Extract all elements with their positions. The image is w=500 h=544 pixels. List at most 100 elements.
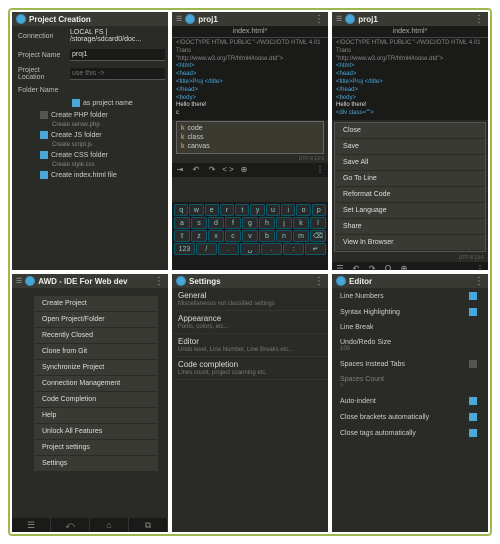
context-menu-item[interactable]: Save [335,139,485,155]
menu-item[interactable]: Code Completion [34,392,158,408]
redo-icon[interactable]: ↷ [205,164,219,176]
code-editor[interactable]: <!DOCTYPE HTML PUBLIC "-//W3C//DTD HTML … [332,38,488,120]
menu-item[interactable]: Synchronize Project [34,360,158,376]
overflow-icon[interactable]: ⋮ [154,276,164,287]
line-numbers-checkbox[interactable] [469,292,477,300]
file-tab[interactable]: index.html* [172,26,328,38]
menu-icon[interactable]: ☰ [336,15,342,23]
autocomplete-item[interactable]: kcanvas [179,142,321,151]
context-menu-item[interactable]: Go To Line [335,171,485,187]
close-brackets-checkbox[interactable] [469,413,477,421]
keyboard-key[interactable]: : [283,243,304,255]
connection-value[interactable]: LOCAL FS | /storage/sdcard0/doc... [70,29,162,43]
keyboard-key[interactable]: t [235,204,249,216]
more-icon[interactable]: ⋮ [313,164,327,176]
undo-icon[interactable]: ↶ [189,164,203,176]
code-editor[interactable]: <!DOCTYPE HTML PUBLIC "-//W3C//DTD HTML … [172,38,328,120]
file-tab[interactable]: index.html* [332,26,488,38]
menu-item[interactable]: Create Project [34,296,158,312]
more-icon[interactable]: ⋮ [473,263,487,270]
keyboard-key[interactable]: g [242,217,258,229]
create-css-checkbox[interactable] [40,151,48,159]
overflow-icon[interactable]: ⋮ [314,14,324,25]
keyboard-key[interactable]: / [196,243,217,255]
nav-home-icon[interactable]: ⌂ [90,518,129,532]
keyboard-key[interactable]: v [242,230,258,242]
keyboard-key[interactable]: ⌫ [310,230,326,242]
menu-item[interactable]: Recently Closed [34,328,158,344]
overflow-icon[interactable]: ⋮ [474,14,484,25]
keyboard-key[interactable]: b [259,230,275,242]
keyboard-key[interactable]: i [281,204,295,216]
keyboard-key[interactable]: k [293,217,309,229]
syntax-checkbox[interactable] [469,308,477,316]
keyboard-key[interactable]: q [174,204,188,216]
menu-icon[interactable]: ☰ [176,15,182,23]
keyboard-key[interactable]: z [191,230,207,242]
keyboard-key[interactable]: . [218,243,239,255]
menu-item[interactable]: Clone from Git [34,344,158,360]
keyboard-key[interactable]: ⇧ [174,230,190,242]
context-menu-item[interactable]: Share [335,219,485,235]
keyboard-key[interactable]: h [259,217,275,229]
keyboard-key[interactable]: p [312,204,326,216]
code-icon[interactable]: < > [221,164,235,176]
keyboard-key[interactable]: m [293,230,309,242]
line-break-label[interactable]: Line Break [340,324,373,331]
nav-menu-icon[interactable]: ☰ [12,518,51,532]
keyboard-key[interactable]: x [208,230,224,242]
keyboard-key[interactable]: ↵ [305,243,326,255]
keyboard-key[interactable]: j [276,217,292,229]
redo-icon[interactable]: ↷ [365,263,379,270]
menu-item[interactable]: Project settings [34,440,158,456]
keyboard-key[interactable]: w [189,204,203,216]
as-project-name-checkbox[interactable] [72,99,80,107]
settings-item[interactable]: GeneralMiscellaneous not classified sett… [172,288,328,311]
keyboard-key[interactable]: a [174,217,190,229]
settings-item[interactable]: Code completionLines count, project scan… [172,357,328,380]
keyboard-key[interactable]: u [266,204,280,216]
project-location-input[interactable] [70,68,165,80]
menu-item[interactable]: Settings [34,456,158,472]
settings-item[interactable]: AppearanceFonts, colors, etc... [172,311,328,334]
search-icon[interactable]: Q [381,263,395,270]
menu-item[interactable]: Help [34,408,158,424]
menu-item[interactable]: Unlock All Features [34,424,158,440]
keyboard-key[interactable]: c [225,230,241,242]
auto-indent-checkbox[interactable] [469,397,477,405]
keyboard-key[interactable]: o [296,204,310,216]
context-menu-item[interactable]: Close [335,123,485,139]
context-menu-item[interactable]: Save All [335,155,485,171]
menu-item[interactable]: Connection Management [34,376,158,392]
tab-icon[interactable]: ⇥ [173,164,187,176]
keyboard-key[interactable]: s [191,217,207,229]
overflow-icon[interactable]: ⋮ [314,276,324,287]
settings-item[interactable]: EditorUndo level, Line Number, Line Brea… [172,334,328,357]
keyboard-key[interactable]: l [310,217,326,229]
overflow-icon[interactable]: ⋮ [474,276,484,287]
menu-item[interactable]: Open Project/Folder [34,312,158,328]
context-menu-item[interactable]: Set Language [335,203,485,219]
add-icon[interactable]: ⊕ [237,164,251,176]
spaces-tabs-checkbox[interactable] [469,360,477,368]
keyboard-key[interactable]: d [208,217,224,229]
keyboard-key[interactable]: r [220,204,234,216]
keyboard-key[interactable]: . [261,243,282,255]
create-js-checkbox[interactable] [40,131,48,139]
create-html-checkbox[interactable] [40,171,48,179]
tab-icon[interactable]: ☰ [333,263,347,270]
nav-recent-icon[interactable]: ⧉ [129,518,168,532]
keyboard-key[interactable]: ␣ [240,243,261,255]
undo-size-value[interactable]: 100 [340,346,350,352]
keyboard-key[interactable]: e [205,204,219,216]
autocomplete-item[interactable]: kclass [179,133,321,142]
undo-icon[interactable]: ↶ [349,263,363,270]
keyboard-key[interactable]: f [225,217,241,229]
keyboard-key[interactable]: 123 [174,243,195,255]
keyboard-key[interactable]: n [276,230,292,242]
autocomplete-item[interactable]: kcode [179,124,321,133]
nav-back-icon[interactable]: ⤺ [51,518,90,532]
context-menu-item[interactable]: Reformat Code [335,187,485,203]
add-icon[interactable]: ⊕ [397,263,411,270]
close-tags-checkbox[interactable] [469,429,477,437]
